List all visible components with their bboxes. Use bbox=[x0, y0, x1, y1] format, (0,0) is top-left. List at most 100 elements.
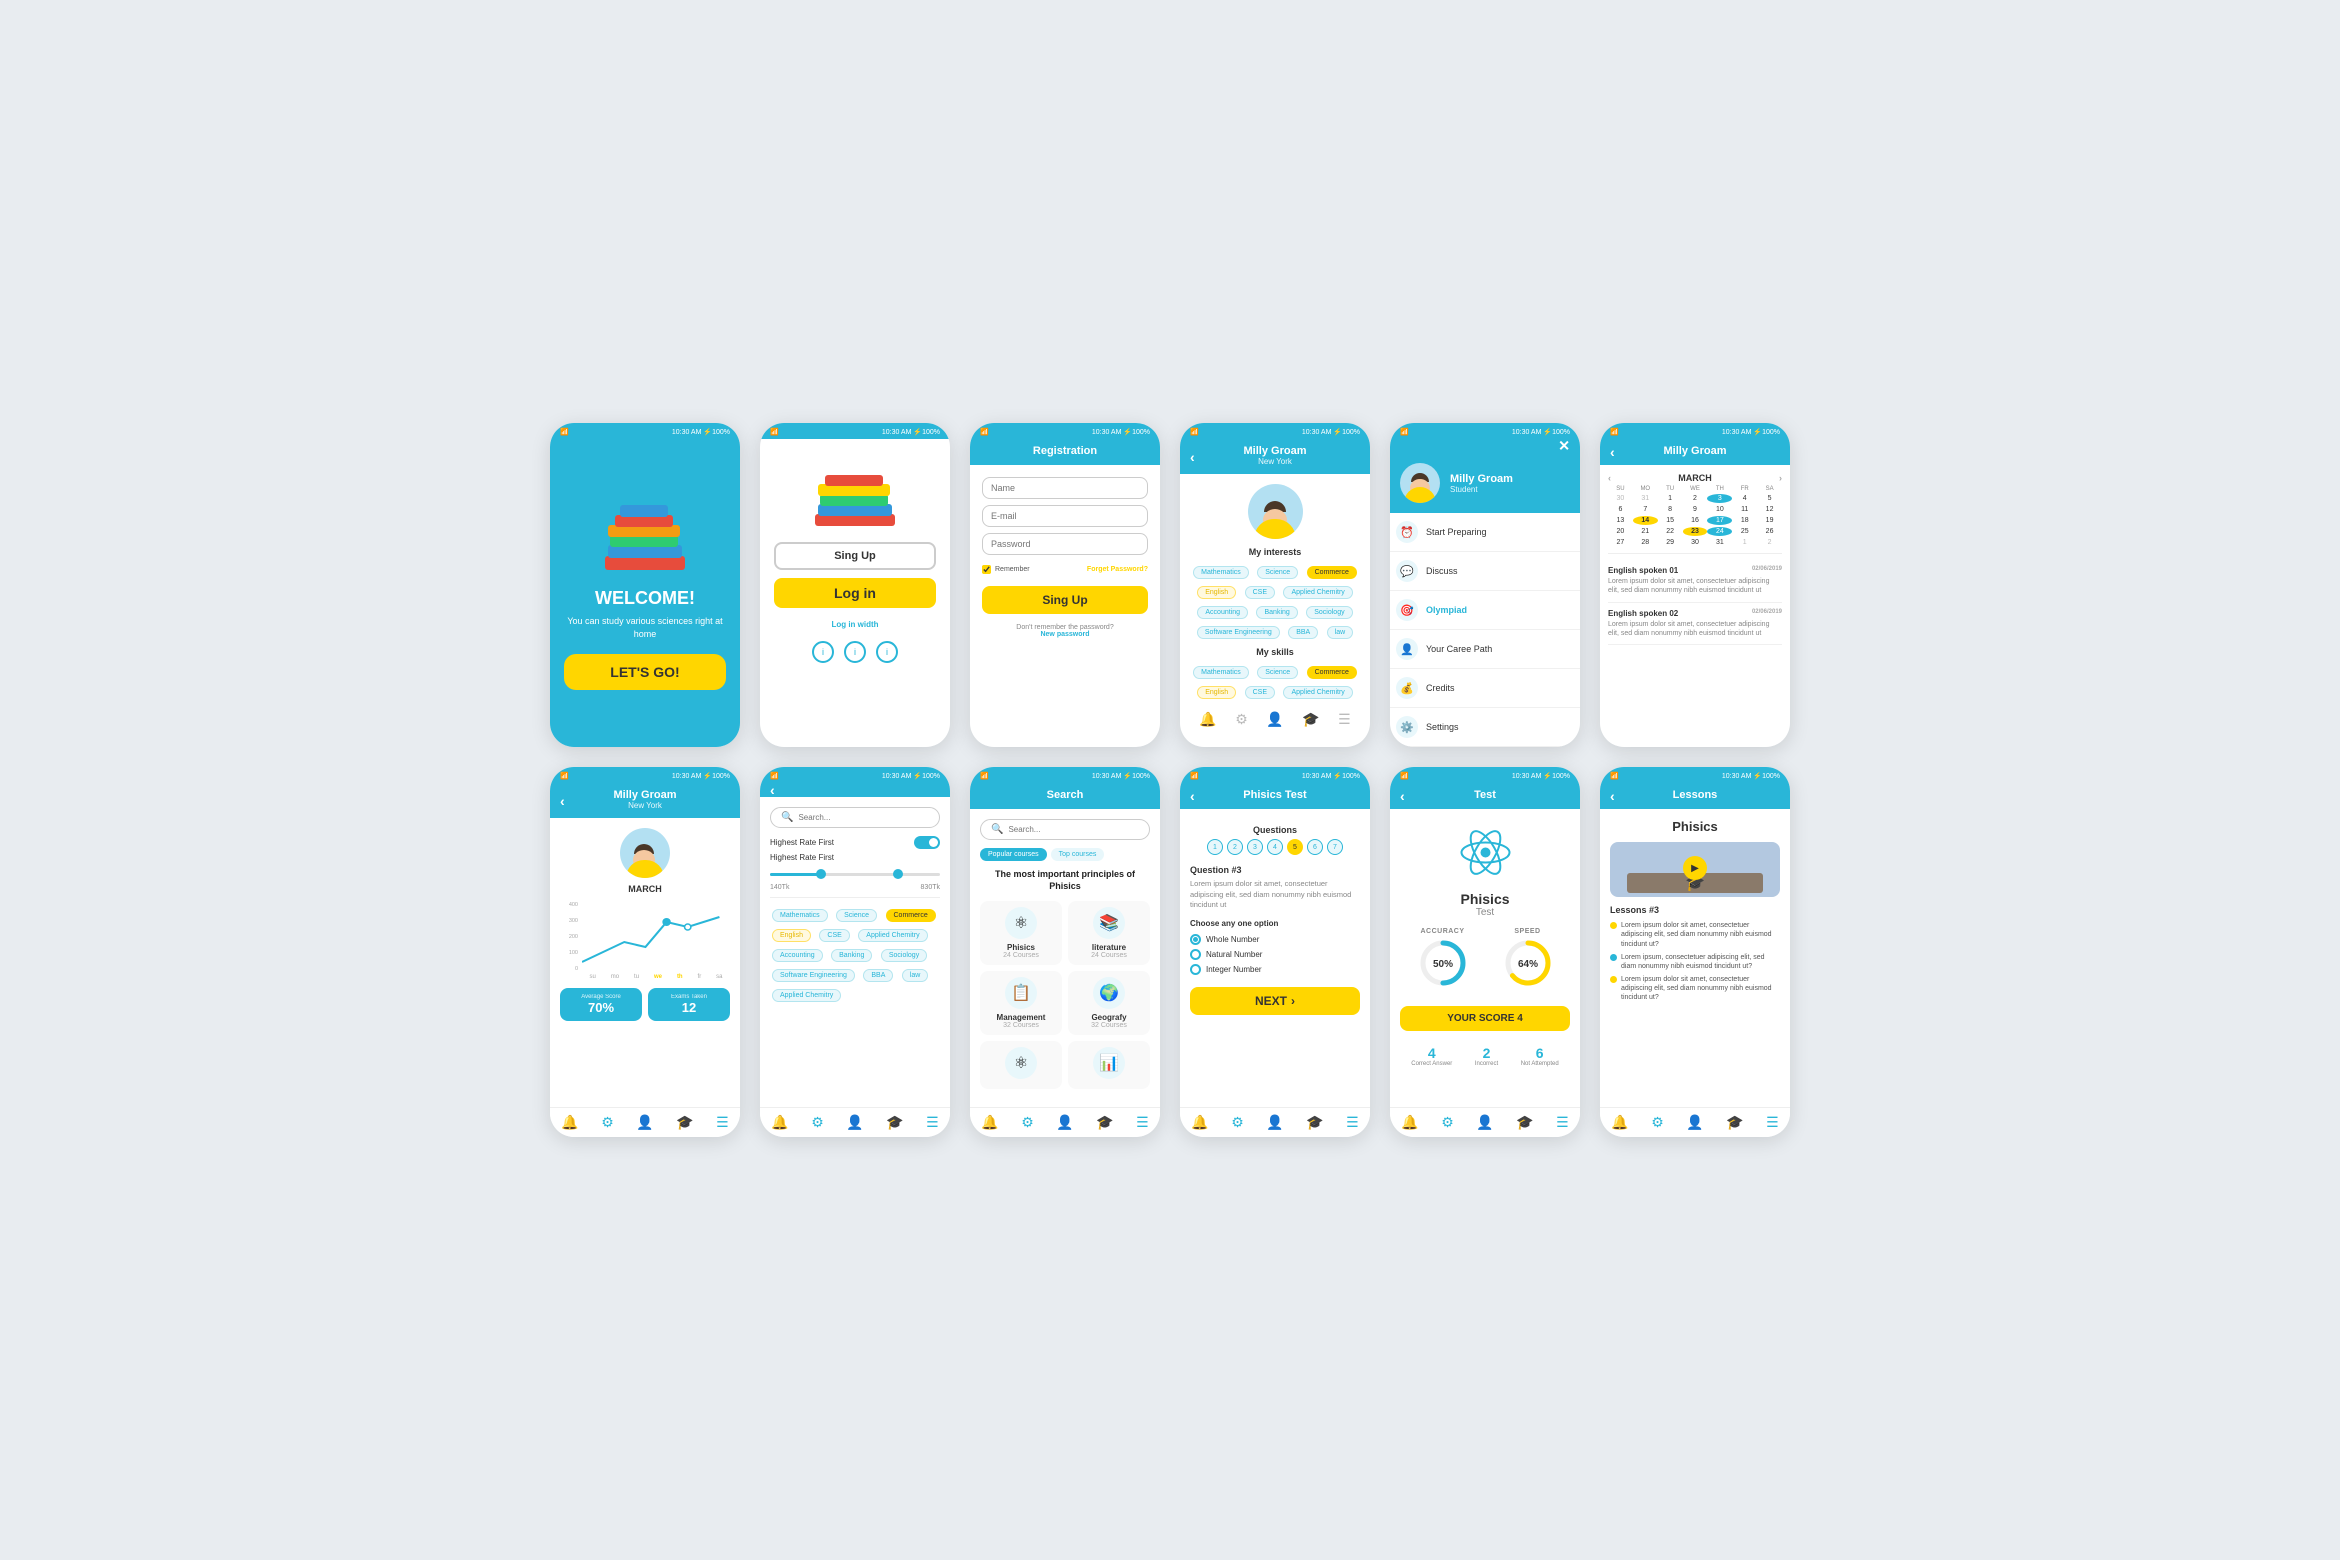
user-icon[interactable]: 👤 bbox=[1056, 1114, 1073, 1131]
menu-icon[interactable]: ☰ bbox=[1338, 711, 1351, 728]
q-1[interactable]: 1 bbox=[1207, 839, 1223, 855]
menu-item-career[interactable]: 👤 Your Caree Path bbox=[1390, 630, 1580, 669]
skill-math[interactable]: Mathematics bbox=[1193, 666, 1249, 679]
password-input[interactable] bbox=[982, 533, 1148, 555]
bell-icon[interactable]: 🔔 bbox=[771, 1114, 788, 1131]
skill-science[interactable]: Science bbox=[1257, 666, 1298, 679]
skill-english[interactable]: English bbox=[1197, 686, 1236, 699]
gear-icon[interactable]: ⚙ bbox=[1651, 1114, 1664, 1131]
bell-icon[interactable]: 🔔 bbox=[1199, 711, 1216, 728]
ftag-banking[interactable]: Banking bbox=[831, 949, 872, 962]
ftag-commerce[interactable]: Commerce bbox=[886, 909, 936, 922]
option-natural[interactable]: Natural Number bbox=[1190, 949, 1360, 960]
signup-button[interactable]: Sing Up bbox=[774, 542, 936, 570]
search-bar-sf[interactable]: 🔍 bbox=[770, 807, 940, 828]
social-icon-1[interactable]: i bbox=[812, 641, 834, 663]
user-icon[interactable]: 👤 bbox=[1476, 1114, 1493, 1131]
settings-icon[interactable]: ⚙ bbox=[1235, 711, 1248, 728]
lesson-video-thumb[interactable]: 🎓 ▶ bbox=[1610, 842, 1780, 897]
ftag-cse[interactable]: CSE bbox=[819, 929, 849, 942]
profile-icon[interactable]: 👤 bbox=[1266, 711, 1283, 728]
bell-icon[interactable]: 🔔 bbox=[1191, 1114, 1208, 1131]
gear-icon[interactable]: ⚙ bbox=[1441, 1114, 1454, 1131]
back-icon-test[interactable]: ‹ bbox=[1400, 788, 1405, 804]
next-button[interactable]: NEXT › bbox=[1190, 987, 1360, 1015]
tag-sociology[interactable]: Sociology bbox=[1306, 606, 1352, 619]
menu-item-credits[interactable]: 💰 Credits bbox=[1390, 669, 1580, 708]
option-whole[interactable]: Whole Number bbox=[1190, 934, 1360, 945]
tag-math[interactable]: Mathematics bbox=[1193, 566, 1249, 579]
gear-icon[interactable]: ⚙ bbox=[601, 1114, 614, 1131]
price-slider[interactable]: 140Tk 830Tk bbox=[770, 868, 940, 891]
name-input[interactable] bbox=[982, 477, 1148, 499]
signup-btn[interactable]: Sing Up bbox=[982, 586, 1148, 614]
course-extra2[interactable]: 📊 bbox=[1068, 1041, 1150, 1089]
cap-icon[interactable]: 🎓 bbox=[1302, 711, 1319, 728]
email-input[interactable] bbox=[982, 505, 1148, 527]
gear-icon[interactable]: ⚙ bbox=[1021, 1114, 1034, 1131]
close-icon[interactable]: ✕ bbox=[1558, 438, 1570, 455]
radio-natural[interactable] bbox=[1190, 949, 1201, 960]
bell-icon[interactable]: 🔔 bbox=[1611, 1114, 1628, 1131]
radio-whole[interactable] bbox=[1190, 934, 1201, 945]
social-icon-2[interactable]: i bbox=[844, 641, 866, 663]
tab-popular[interactable]: Popular courses bbox=[980, 848, 1047, 861]
tag-accounting[interactable]: Accounting bbox=[1197, 606, 1248, 619]
tag-bba[interactable]: BBA bbox=[1288, 626, 1318, 639]
tag-banking[interactable]: Banking bbox=[1256, 606, 1297, 619]
toggle-1[interactable] bbox=[914, 836, 940, 849]
cap-icon[interactable]: 🎓 bbox=[1306, 1114, 1323, 1131]
lets-go-button[interactable]: LET'S GO! bbox=[564, 654, 726, 690]
option-integer[interactable]: Integer Number bbox=[1190, 964, 1360, 975]
ftag-sociology[interactable]: Sociology bbox=[881, 949, 927, 962]
menu-icon[interactable]: ☰ bbox=[1766, 1114, 1779, 1131]
menu-icon[interactable]: ☰ bbox=[1556, 1114, 1569, 1131]
course-geo[interactable]: 🌍 Geografy 32 Courses bbox=[1068, 971, 1150, 1035]
skill-chem[interactable]: Applied Chemitry bbox=[1283, 686, 1352, 699]
next-month-btn[interactable]: › bbox=[1779, 473, 1782, 483]
ftag-law[interactable]: law bbox=[902, 969, 929, 982]
menu-item-preparing[interactable]: ⏰ Start Preparing bbox=[1390, 513, 1580, 552]
ftag-bba[interactable]: BBA bbox=[863, 969, 893, 982]
ftag-accounting[interactable]: Accounting bbox=[772, 949, 823, 962]
course-extra1[interactable]: ⚛ bbox=[980, 1041, 1062, 1089]
menu-item-olympiad[interactable]: 🎯 Olympiad bbox=[1390, 591, 1580, 630]
login-button[interactable]: Log in bbox=[774, 578, 936, 608]
menu-icon[interactable]: ☰ bbox=[716, 1114, 729, 1131]
q-7[interactable]: 7 bbox=[1327, 839, 1343, 855]
menu-icon[interactable]: ☰ bbox=[926, 1114, 939, 1131]
cap-icon[interactable]: 🎓 bbox=[1096, 1114, 1113, 1131]
radio-integer[interactable] bbox=[1190, 964, 1201, 975]
social-icon-3[interactable]: i bbox=[876, 641, 898, 663]
tag-chem[interactable]: Applied Chemitry bbox=[1283, 586, 1352, 599]
gear-icon[interactable]: ⚙ bbox=[811, 1114, 824, 1131]
remember-checkbox[interactable] bbox=[982, 565, 991, 574]
menu-icon[interactable]: ☰ bbox=[1136, 1114, 1149, 1131]
q-6[interactable]: 6 bbox=[1307, 839, 1323, 855]
bell-icon[interactable]: 🔔 bbox=[1401, 1114, 1418, 1131]
tag-se[interactable]: Software Engineering bbox=[1197, 626, 1280, 639]
course-phisics[interactable]: ⚛ Phisics 24 Courses bbox=[980, 901, 1062, 965]
forgot-link[interactable]: Forget Password? bbox=[1087, 566, 1148, 573]
ftag-appchem[interactable]: Applied Chemitry bbox=[772, 989, 841, 1002]
q-4[interactable]: 4 bbox=[1267, 839, 1283, 855]
tag-english[interactable]: English bbox=[1197, 586, 1236, 599]
ftag-english[interactable]: English bbox=[772, 929, 811, 942]
user-icon[interactable]: 👤 bbox=[846, 1114, 863, 1131]
tag-science[interactable]: Science bbox=[1257, 566, 1298, 579]
user-icon[interactable]: 👤 bbox=[1686, 1114, 1703, 1131]
ftag-se[interactable]: Software Engineering bbox=[772, 969, 855, 982]
cap-icon[interactable]: 🎓 bbox=[1516, 1114, 1533, 1131]
ftag-science[interactable]: Science bbox=[836, 909, 877, 922]
search-input-sf[interactable] bbox=[798, 813, 929, 822]
tag-law[interactable]: law bbox=[1327, 626, 1354, 639]
cap-icon[interactable]: 🎓 bbox=[676, 1114, 693, 1131]
menu-item-discuss[interactable]: 💬 Discuss bbox=[1390, 552, 1580, 591]
course-lit[interactable]: 📚 literature 24 Courses bbox=[1068, 901, 1150, 965]
bell-icon[interactable]: 🔔 bbox=[981, 1114, 998, 1131]
gear-icon[interactable]: ⚙ bbox=[1231, 1114, 1244, 1131]
user-icon[interactable]: 👤 bbox=[636, 1114, 653, 1131]
cap-icon[interactable]: 🎓 bbox=[1726, 1114, 1743, 1131]
tag-cse[interactable]: CSE bbox=[1245, 586, 1275, 599]
prev-month-btn[interactable]: ‹ bbox=[1608, 473, 1611, 483]
